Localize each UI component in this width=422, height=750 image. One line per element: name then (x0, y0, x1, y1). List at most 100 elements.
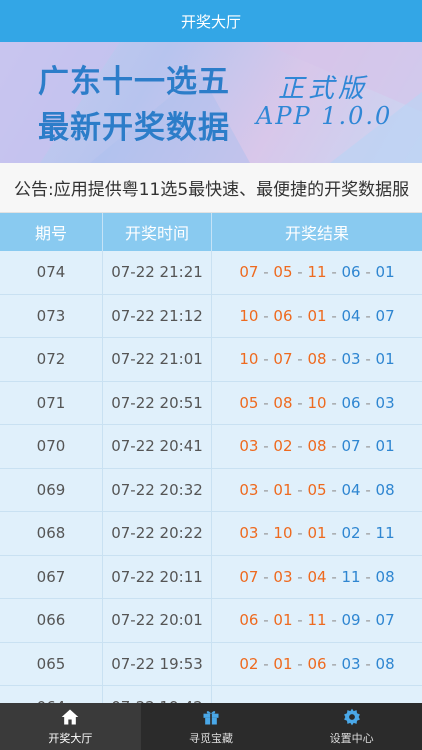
result-number: 06 (341, 263, 361, 282)
tab-label: 开奖大厅 (48, 732, 93, 745)
page-title: 开奖大厅 (180, 12, 241, 31)
result-number: 10 (273, 524, 293, 543)
results-list[interactable]: 074 07-22 21:21 07 - 05 - 11 - 06 - 01 073 0… (0, 251, 422, 703)
result-number: 06 (239, 611, 259, 630)
gift-icon (203, 711, 219, 725)
result-number: 01 (375, 350, 395, 369)
result-separator: - (292, 611, 308, 630)
result-separator: - (326, 611, 342, 630)
table-row[interactable]: 06407-22 19:42 - - - - (0, 686, 422, 703)
result-number: 03 (239, 437, 259, 456)
result-separator: - (292, 567, 308, 586)
header-result: 开奖结果 (284, 224, 349, 243)
result-separator: - (258, 393, 274, 412)
result-separator: - (326, 350, 342, 369)
result-number: 11 (341, 567, 361, 586)
table-row[interactable]: 067 07-22 20:11 07 - 03 - 04 - 11 - 08 (0, 555, 422, 599)
result-number: 01 (273, 480, 293, 499)
cell-result: 10 - 07 - 08 - 03 - 01 (212, 338, 422, 381)
table-row[interactable]: 071 07-22 20:51 05 - 08 - 10 - 06 - 03 (0, 381, 422, 425)
result-separator: - (292, 437, 308, 456)
result-separator: - (360, 306, 376, 325)
tab-label: 寻觅宝藏 (189, 732, 233, 745)
result-number: 03 (341, 350, 361, 369)
result-separator: - (326, 393, 342, 412)
cell-time: 07-22 19:42 (103, 686, 212, 703)
result-separator: - (292, 654, 308, 673)
cell-result: - - - - (212, 686, 422, 703)
result-number: 01 (375, 437, 395, 456)
result-separator: - (326, 437, 342, 456)
cell-period: 065 (0, 642, 103, 685)
bottom-tab-bar: 开奖大厅 寻觅宝藏 设置中心 (0, 703, 422, 750)
cell-period: 072 (0, 338, 103, 381)
table-row[interactable]: 068 07-22 20:22 03 - 10 - 01 - 02 - 11 (0, 512, 422, 556)
result-number: 08 (273, 393, 293, 412)
result-number: 03 (341, 654, 361, 673)
result-separator: - (258, 524, 274, 543)
result-separator: - (360, 393, 376, 412)
result-number: 04 (341, 480, 361, 499)
result-number: 02 (273, 437, 293, 456)
table-row[interactable]: 066 07-22 20:01 06 - 01 - 11 - 09 - 07 (0, 599, 422, 643)
cell-result: 06 - 01 - 11 - 09 - 07 (212, 599, 422, 642)
result-separator: - (360, 480, 376, 499)
table-row[interactable]: 065 07-22 19:53 02 - 01 - 06 - 03 - 08 (0, 642, 422, 686)
result-number: 06 (307, 654, 327, 673)
cell-period: 073 (0, 294, 103, 337)
result-separator: - (258, 480, 274, 499)
result-separator: - (326, 524, 342, 543)
result-separator: - (292, 480, 308, 499)
tab-lottery-hall[interactable]: 开奖大厅 (0, 703, 141, 750)
cell-result: 02 - 01 - 06 - 03 - 08 (212, 643, 422, 686)
header-period: 期号 (0, 213, 103, 251)
result-number: 02 (341, 524, 361, 543)
result-number: 03 (375, 393, 395, 412)
result-separator: - (360, 524, 376, 543)
result-separator: - (360, 350, 376, 369)
result-number: 10 (239, 306, 259, 325)
home-icon (61, 709, 79, 725)
result-separator: - (360, 263, 376, 282)
result-number: 06 (273, 306, 293, 325)
result-number: 07 (273, 350, 293, 369)
result-separator: - (292, 350, 308, 369)
cell-result: 03 - 10 - 01 - 02 - 11 (212, 512, 422, 555)
notice-marquee: 公告:应用提供粤11选5最快速、最便捷的开奖数据服 (0, 163, 422, 213)
result-number: 04 (307, 567, 327, 586)
cell-period: 066 (0, 599, 103, 642)
cell-time: 07-22 19:53 (103, 642, 212, 685)
header-time: 开奖时间 (103, 213, 212, 251)
result-number: 07 (341, 437, 361, 456)
notice-text: 公告:应用提供粤11选5最快速、最便捷的开奖数据服 (14, 180, 410, 200)
table-row[interactable]: 070 07-22 20:41 03 - 02 - 08 - 07 - 01 (0, 425, 422, 469)
result-separator: - (326, 654, 342, 673)
result-separator: - (326, 480, 342, 499)
table-row[interactable]: 073 07-22 21:12 10 - 06 - 01 - 04 - 07 (0, 294, 422, 338)
table-row[interactable]: 074 07-22 21:21 07 - 05 - 11 - 06 - 01 (0, 251, 422, 295)
table-row[interactable]: 072 07-22 21:01 10 - 07 - 08 - 03 - 01 (0, 338, 422, 382)
table-row[interactable]: 069 07-22 20:32 03 - 01 - 05 - 04 - 08 (0, 468, 422, 512)
result-separator: - (258, 567, 274, 586)
promo-banner[interactable]: 广东十一选五 最新开奖数据 正式版 APP 1.0.0 (0, 42, 422, 163)
result-number: 07 (375, 306, 395, 325)
banner-version: APP 1.0.0 (256, 102, 393, 130)
tab-treasure[interactable]: 寻觅宝藏 (141, 703, 282, 750)
tab-settings[interactable]: 设置中心 (281, 703, 422, 750)
cell-period: 069 (0, 468, 103, 511)
result-separator: - (258, 350, 274, 369)
result-number: 09 (341, 611, 361, 630)
cell-time: 07-22 20:11 (103, 555, 212, 598)
cell-period: 074 (0, 251, 103, 294)
cell-time: 07-22 20:41 (103, 425, 212, 468)
cell-period: 067 (0, 555, 103, 598)
result-separator: - (360, 437, 376, 456)
cell-time: 07-22 20:32 (103, 468, 212, 511)
result-number: 03 (239, 480, 259, 499)
result-number: 07 (375, 611, 395, 630)
cell-time: 07-22 20:22 (103, 512, 212, 555)
cell-time: 07-22 21:12 (103, 294, 212, 337)
cell-result: 07 - 05 - 11 - 06 - 01 (212, 251, 422, 294)
result-separator: - (292, 306, 308, 325)
result-separator: - (360, 611, 376, 630)
